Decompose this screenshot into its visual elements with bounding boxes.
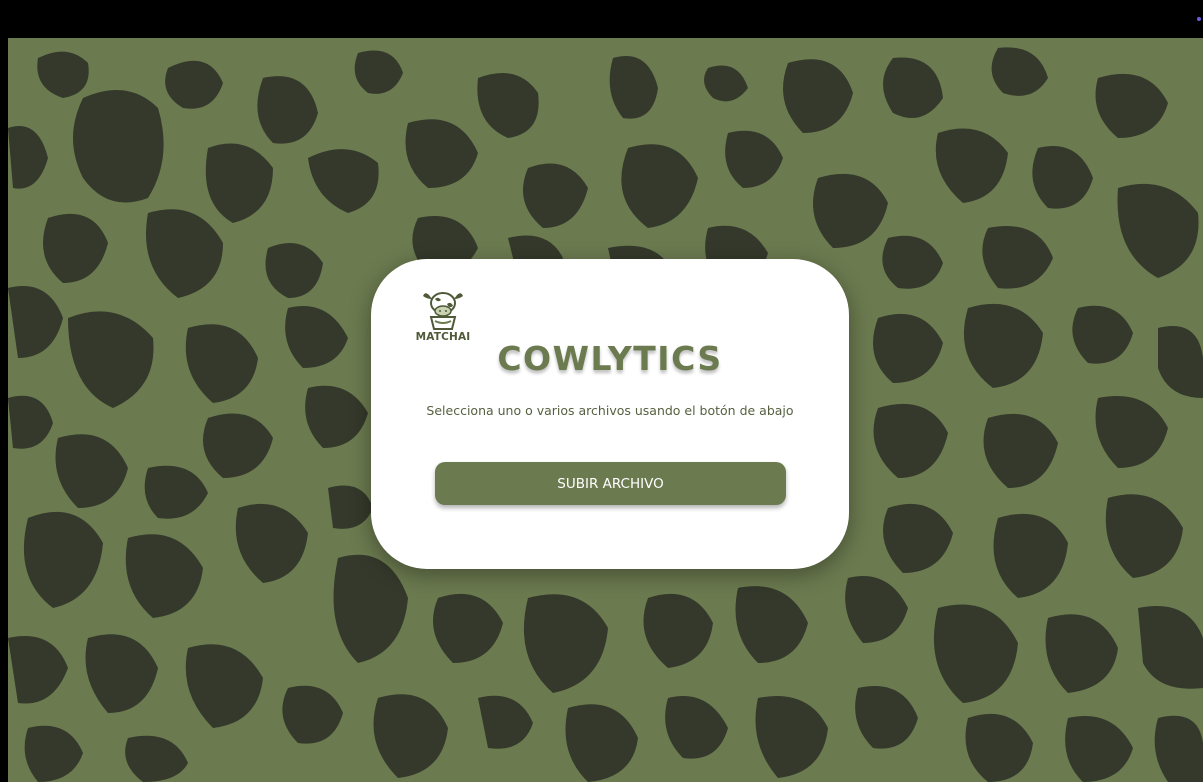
status-dot: [1197, 17, 1201, 21]
upload-file-button[interactable]: SUBIR ARCHIVO: [435, 462, 786, 505]
top-bar: [0, 0, 1203, 38]
matchai-logo: MATCHAI: [411, 287, 475, 347]
upload-instructions: Selecciona uno o varios archivos usando …: [426, 403, 794, 418]
cow-icon: [423, 292, 463, 330]
app-title: COWLYTICS: [497, 339, 723, 378]
upload-card: MATCHAI COWLYTICS Selecciona uno o vario…: [371, 259, 849, 569]
app-viewport: MATCHAI COWLYTICS Selecciona uno o vario…: [8, 38, 1203, 782]
